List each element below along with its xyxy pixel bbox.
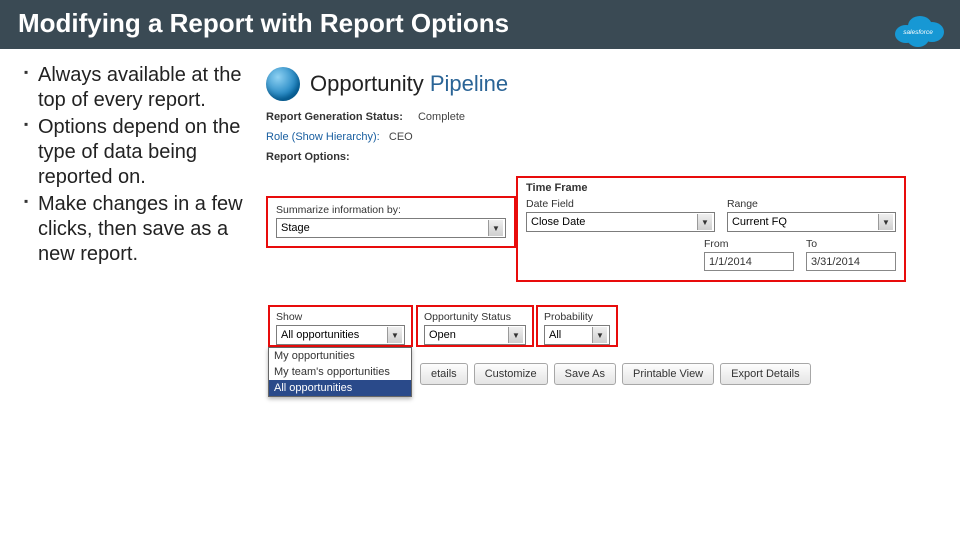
- opp-status-label: Opportunity Status: [424, 311, 526, 323]
- role-value: CEO: [389, 131, 413, 143]
- chevron-down-icon: ▼: [508, 327, 523, 343]
- from-label: From: [704, 238, 794, 250]
- show-label: Show: [276, 311, 405, 323]
- dropdown-option[interactable]: My team's opportunities: [269, 364, 411, 380]
- action-button-row: etails Customize Save As Printable View …: [420, 363, 811, 385]
- timeframe-header: Time Frame: [526, 182, 588, 194]
- report-title: Opportunity Pipeline: [310, 71, 508, 97]
- report-title-part: Opportunity: [310, 71, 424, 96]
- bullet-item: Options depend on the type of data being…: [24, 115, 246, 190]
- summarize-select[interactable]: Stage ▼: [276, 218, 506, 238]
- status-value: Complete: [418, 111, 465, 123]
- timeframe-section: Time Frame Date Field Close Date ▼ Range…: [516, 176, 906, 282]
- chevron-down-icon: ▼: [878, 214, 893, 230]
- chevron-down-icon: ▼: [488, 220, 503, 236]
- screenshot-panel: Opportunity Pipeline Report Generation S…: [254, 63, 950, 269]
- report-icon: [266, 67, 300, 101]
- salesforce-logo-icon: salesforce: [890, 10, 946, 50]
- range-select[interactable]: Current FQ ▼: [727, 212, 896, 232]
- to-label: To: [806, 238, 896, 250]
- date-field-label: Date Field: [526, 198, 715, 210]
- svg-text:salesforce: salesforce: [903, 29, 933, 36]
- bullet-list: Always available at the top of every rep…: [24, 63, 254, 269]
- show-section: Show All opportunities ▼: [268, 305, 413, 347]
- report-title-part: Pipeline: [430, 71, 508, 96]
- report-options-label: Report Options:: [266, 151, 950, 163]
- opp-status-select[interactable]: Open ▼: [424, 325, 526, 345]
- from-date-input[interactable]: 1/1/2014: [704, 252, 794, 271]
- export-details-button[interactable]: Export Details: [720, 363, 810, 385]
- role-row: Role (Show Hierarchy): CEO: [266, 131, 950, 143]
- save-as-button[interactable]: Save As: [554, 363, 616, 385]
- status-row: Report Generation Status: Complete: [266, 111, 950, 123]
- details-button[interactable]: etails: [420, 363, 468, 385]
- date-field-select[interactable]: Close Date ▼: [526, 212, 715, 232]
- probability-section: Probability All ▼: [536, 305, 618, 347]
- role-hierarchy-link[interactable]: Role (Show Hierarchy):: [266, 131, 380, 143]
- dropdown-option-selected[interactable]: All opportunities: [269, 380, 411, 396]
- chevron-down-icon: ▼: [387, 327, 402, 343]
- summarize-label: Summarize information by:: [276, 204, 506, 216]
- status-label: Report Generation Status:: [266, 111, 403, 123]
- customize-button[interactable]: Customize: [474, 363, 548, 385]
- bullet-item: Make changes in a few clicks, then save …: [24, 192, 246, 267]
- show-dropdown-list[interactable]: My opportunities My team's opportunities…: [268, 347, 412, 397]
- range-label: Range: [727, 198, 896, 210]
- dropdown-option[interactable]: My opportunities: [269, 348, 411, 364]
- probability-label: Probability: [544, 311, 610, 323]
- probability-select[interactable]: All ▼: [544, 325, 610, 345]
- printable-view-button[interactable]: Printable View: [622, 363, 714, 385]
- to-date-input[interactable]: 3/31/2014: [806, 252, 896, 271]
- bullet-item: Always available at the top of every rep…: [24, 63, 246, 113]
- slide-title: Modifying a Report with Report Options: [0, 0, 960, 49]
- opportunity-status-section: Opportunity Status Open ▼: [416, 305, 534, 347]
- chevron-down-icon: ▼: [592, 327, 607, 343]
- summarize-section: Summarize information by: Stage ▼: [266, 196, 516, 248]
- chevron-down-icon: ▼: [697, 214, 712, 230]
- show-select[interactable]: All opportunities ▼: [276, 325, 405, 345]
